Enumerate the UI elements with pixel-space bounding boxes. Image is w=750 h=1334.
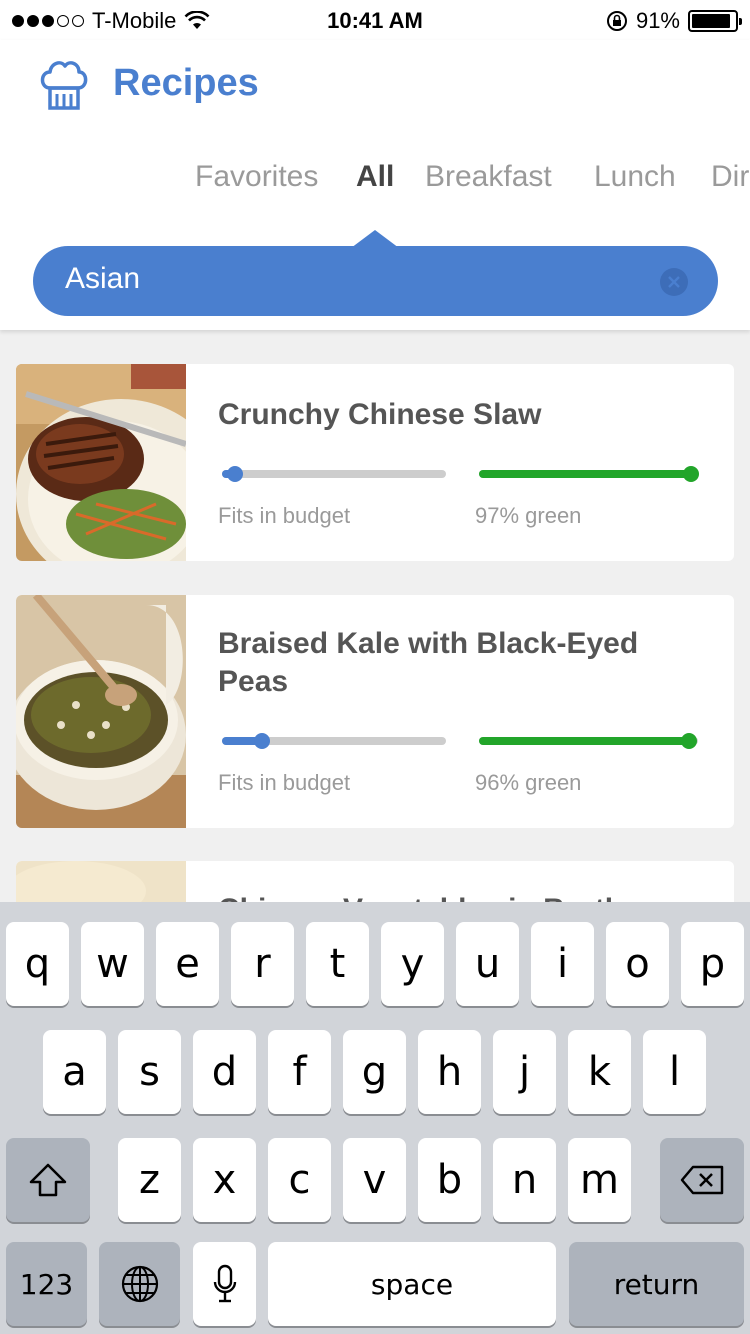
key-m[interactable]: m bbox=[568, 1138, 631, 1222]
rotation-lock-icon bbox=[606, 11, 627, 31]
search-input-value[interactable]: Asian bbox=[65, 262, 140, 296]
green-thumb bbox=[681, 733, 698, 749]
recipe-photo bbox=[16, 364, 186, 561]
tab-lunch[interactable]: Lunch bbox=[594, 160, 676, 194]
tab-favorites[interactable]: Favorites bbox=[195, 160, 318, 194]
recipes-app: T-Mobile 10:41 AM 91% Recipes Favorites … bbox=[0, 0, 750, 1334]
battery-percent: 91% bbox=[635, 8, 680, 33]
key-n[interactable]: n bbox=[493, 1138, 556, 1222]
green-slider bbox=[479, 466, 700, 482]
battery-icon bbox=[688, 10, 742, 32]
key-u[interactable]: u bbox=[456, 922, 519, 1006]
green-fill bbox=[479, 737, 690, 745]
status-bar: T-Mobile 10:41 AM 91% bbox=[0, 0, 750, 40]
green-label: 97% green bbox=[475, 503, 582, 528]
key-p[interactable]: p bbox=[681, 922, 744, 1006]
app-header: Recipes Favorites All Breakfast Lunch Di… bbox=[0, 40, 750, 330]
key-a[interactable]: a bbox=[43, 1030, 106, 1114]
globe-icon bbox=[121, 1265, 158, 1303]
key-c[interactable]: c bbox=[268, 1138, 331, 1222]
key-l[interactable]: l bbox=[643, 1030, 706, 1114]
return-key[interactable]: return bbox=[569, 1242, 744, 1326]
budget-label: Fits in budget bbox=[218, 503, 351, 528]
budget-thumb bbox=[227, 466, 244, 482]
key-j[interactable]: j bbox=[493, 1030, 556, 1114]
globe-key[interactable] bbox=[99, 1242, 180, 1326]
key-s[interactable]: s bbox=[118, 1030, 181, 1114]
key-x[interactable]: x bbox=[193, 1138, 256, 1222]
key-e[interactable]: e bbox=[156, 922, 219, 1006]
numbers-key[interactable]: 123 bbox=[6, 1242, 87, 1326]
battery-group: 91% bbox=[606, 8, 742, 34]
green-slider bbox=[479, 733, 698, 749]
key-w[interactable]: w bbox=[81, 922, 144, 1006]
budget-label: Fits in budget bbox=[218, 770, 351, 795]
tab-dinner[interactable]: Dir bbox=[711, 160, 749, 194]
category-tabs: Favorites All Breakfast Lunch Dir bbox=[0, 160, 750, 210]
delete-key[interactable] bbox=[660, 1138, 744, 1222]
key-g[interactable]: g bbox=[343, 1030, 406, 1114]
recipe-card[interactable]: Braised Kale with Black-Eyed Peas Fits i… bbox=[16, 595, 734, 828]
budget-thumb bbox=[254, 733, 271, 749]
backspace-icon bbox=[680, 1165, 724, 1195]
shift-key[interactable] bbox=[6, 1138, 90, 1222]
key-t[interactable]: t bbox=[306, 922, 369, 1006]
search-field[interactable]: Asian bbox=[33, 246, 718, 316]
microphone-icon bbox=[213, 1264, 236, 1303]
key-z[interactable]: z bbox=[118, 1138, 181, 1222]
key-v[interactable]: v bbox=[343, 1138, 406, 1222]
key-k[interactable]: k bbox=[568, 1030, 631, 1114]
key-q[interactable]: q bbox=[6, 922, 69, 1006]
key-d[interactable]: d bbox=[193, 1030, 256, 1114]
tab-all[interactable]: All bbox=[356, 160, 394, 194]
key-r[interactable]: r bbox=[231, 922, 294, 1006]
budget-slider bbox=[222, 466, 446, 482]
key-y[interactable]: y bbox=[381, 922, 444, 1006]
green-label: 96% green bbox=[475, 770, 582, 795]
key-f[interactable]: f bbox=[268, 1030, 331, 1114]
clear-icon[interactable] bbox=[660, 268, 688, 296]
key-o[interactable]: o bbox=[606, 922, 669, 1006]
recipe-card[interactable]: Crunchy Chinese Slaw Fits in budget 97% … bbox=[16, 364, 734, 561]
green-fill bbox=[479, 470, 692, 478]
shift-icon bbox=[29, 1163, 67, 1197]
chef-hat-icon bbox=[40, 61, 88, 110]
key-b[interactable]: b bbox=[418, 1138, 481, 1222]
keyboard: q w e r t y u i o p a s d f g h j k l z … bbox=[0, 902, 750, 1334]
key-i[interactable]: i bbox=[531, 922, 594, 1006]
recipe-photo bbox=[16, 595, 186, 828]
app-title: Recipes bbox=[113, 62, 259, 104]
tab-breakfast[interactable]: Breakfast bbox=[425, 160, 552, 194]
green-thumb bbox=[683, 466, 700, 482]
key-h[interactable]: h bbox=[418, 1030, 481, 1114]
recipe-title[interactable]: Braised Kale with Black-Eyed Peas bbox=[218, 625, 698, 701]
budget-slider bbox=[222, 733, 446, 749]
dictation-key[interactable] bbox=[193, 1242, 256, 1326]
recipe-title[interactable]: Crunchy Chinese Slaw bbox=[218, 396, 698, 434]
space-key[interactable]: space bbox=[268, 1242, 556, 1326]
